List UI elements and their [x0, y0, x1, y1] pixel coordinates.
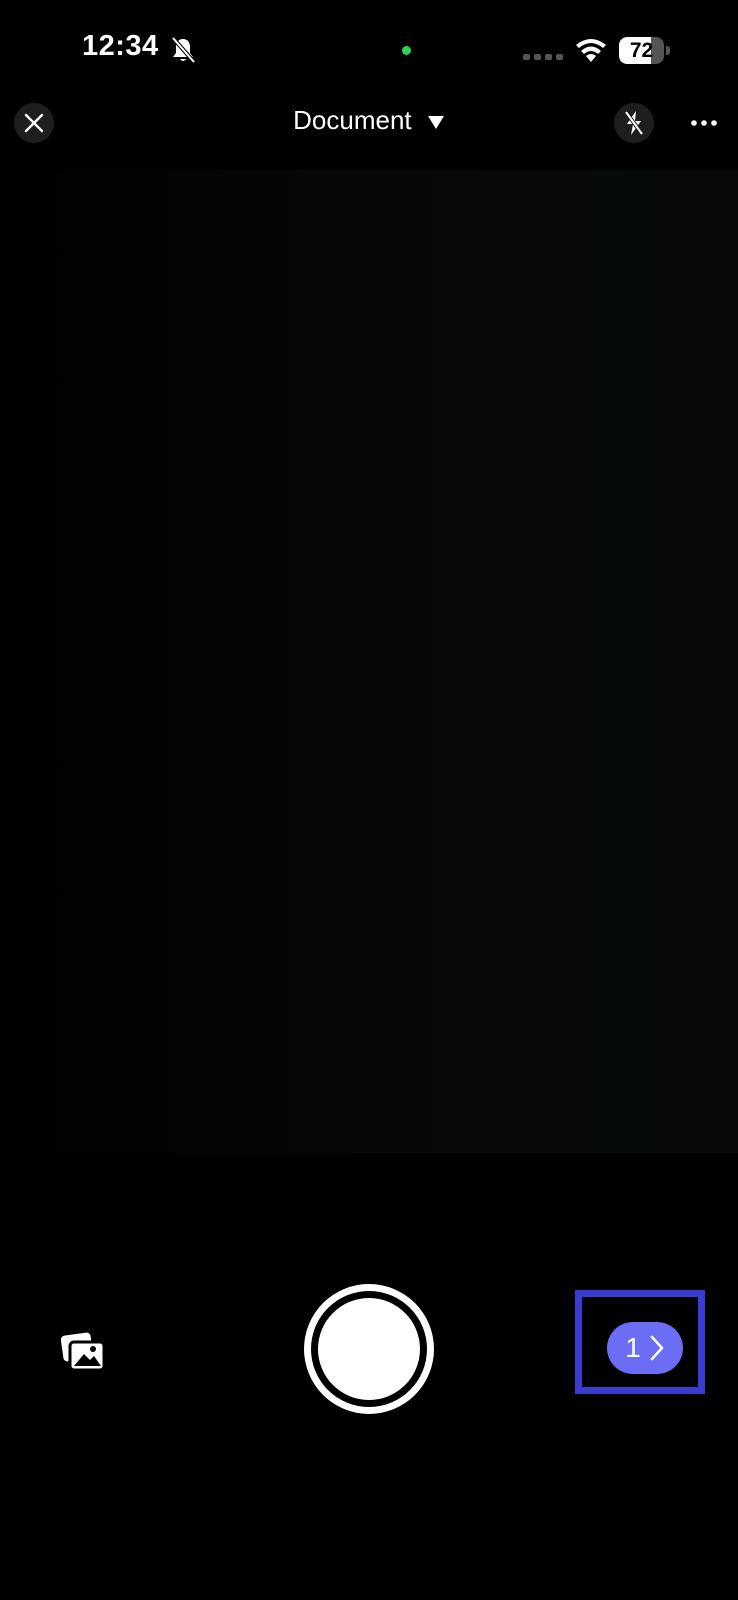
wifi-icon	[576, 39, 606, 62]
shutter-core	[318, 1298, 420, 1400]
signal-icon	[523, 54, 563, 60]
more-horizontal-icon	[691, 120, 717, 126]
chevron-right-icon	[650, 1335, 664, 1361]
battery-cap	[666, 46, 670, 55]
status-time: 12:34	[82, 30, 159, 62]
battery-body: 72	[619, 37, 664, 64]
scanned-pages-button[interactable]: 1	[607, 1322, 683, 1374]
flash-toggle-button[interactable]	[614, 103, 654, 143]
bell-slash-icon	[171, 36, 196, 64]
gallery-icon[interactable]	[60, 1330, 106, 1372]
flash-off-icon	[624, 110, 644, 136]
scan-mode-label: Document	[293, 105, 412, 135]
battery-icon: 72	[619, 37, 670, 64]
shutter-button[interactable]	[304, 1284, 434, 1414]
status-bar: 12:34 72	[0, 0, 738, 100]
caret-down-icon	[427, 116, 444, 130]
more-options-button[interactable]	[686, 105, 722, 141]
camera-viewfinder[interactable]	[0, 170, 738, 1153]
pages-count: 1	[625, 1332, 641, 1363]
camera-top-bar: Document	[0, 95, 738, 167]
mic-indicator-dot	[402, 46, 411, 55]
camera-bottom-controls: 1	[0, 1270, 738, 1430]
battery-level: 72	[629, 39, 654, 62]
